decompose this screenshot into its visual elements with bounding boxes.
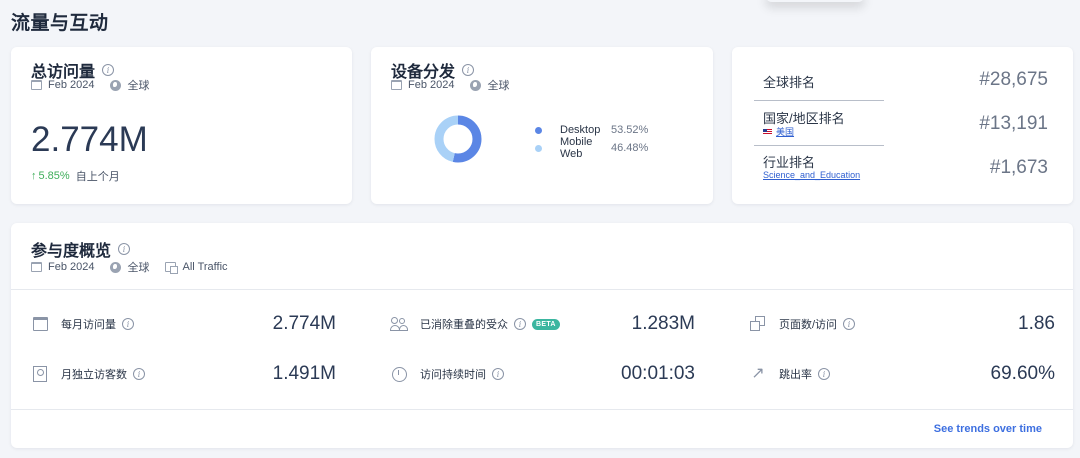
globe-icon	[110, 79, 122, 91]
metric-label-text: 月独立访客数	[61, 369, 127, 381]
country-link[interactable]: 美国	[763, 125, 794, 138]
metric-unique-visitors: 月独立访客数 i	[31, 362, 145, 386]
meta-date: Feb 2024	[408, 79, 455, 91]
legend-name: Mobile Web	[560, 136, 593, 160]
engagement-divider-bottom	[11, 409, 1073, 410]
total-visits-meta: Feb 2024 全球	[31, 77, 149, 93]
metric-label: 已消除重叠的受众 i BETA	[420, 316, 560, 332]
device-legend: Desktop 53.52% Mobile Web 46.48%	[535, 121, 649, 160]
metric-label: 月独立访客数 i	[61, 366, 145, 382]
legend-name: Desktop	[560, 124, 601, 136]
metric-label-text: 每月访问量	[61, 319, 116, 331]
country-rank-value: #13,191	[979, 113, 1048, 134]
up-arrow-icon: ↑	[31, 170, 37, 182]
rank-card: 全球排名 #28,675 国家/地区排名 美国 #13,191 行业排名 Sci…	[732, 47, 1073, 204]
meta-traffic: All Traffic	[182, 261, 228, 273]
engagement-divider-top	[11, 289, 1073, 290]
legend-dot-desktop	[535, 126, 542, 134]
engagement-meta: Feb 2024 全球 All Traffic	[31, 259, 228, 275]
info-icon[interactable]: i	[843, 318, 856, 330]
visits-change-value: 5.85%	[38, 170, 70, 182]
metric-unique-visitors-value: 1.491M	[272, 363, 336, 384]
metric-label: 跳出率 i	[779, 366, 830, 382]
beta-badge: BETA	[532, 318, 560, 330]
engagement-title: 参与度概览 i	[31, 237, 131, 261]
page-title: 流量与互动	[11, 13, 109, 34]
metric-pages-per-visit: 页面数/访问 i	[749, 312, 856, 336]
rank-divider	[754, 100, 884, 101]
country-rank-row: 国家/地区排名 美国 #13,191	[763, 107, 1048, 139]
metric-bounce-rate: ↗ 跳出率 i	[749, 362, 830, 386]
metric-visit-duration-value: 00:01:03	[621, 363, 695, 384]
metric-label-text: 跳出率	[779, 369, 812, 381]
legend-item-mobile[interactable]: Mobile Web 46.48%	[535, 136, 649, 160]
visits-change: ↑ 5.85% 自上个月	[31, 168, 120, 184]
meta-date: Feb 2024	[48, 79, 95, 91]
calendar-icon	[31, 315, 49, 333]
metric-monthly-visits-value: 2.774M	[272, 313, 336, 334]
info-icon[interactable]: i	[102, 64, 115, 76]
device-meta: Feb 2024 全球	[391, 77, 509, 93]
metric-label: 页面数/访问 i	[779, 316, 856, 332]
metric-visit-duration: 访问持续时间 i	[390, 362, 504, 386]
legend-percent: 46.48%	[611, 142, 649, 154]
global-rank-value: #28,675	[979, 69, 1048, 90]
metric-label-text: 已消除重叠的受众	[420, 319, 508, 331]
calendar-icon	[391, 80, 402, 90]
metric-label-text: 访问持续时间	[420, 369, 486, 381]
info-icon[interactable]: i	[133, 368, 145, 380]
meta-region: 全球	[127, 80, 150, 92]
total-visits-value: 2.774M	[31, 120, 148, 159]
engagement-overview-card: 参与度概览 i Feb 2024 全球 All Traffic 每月访问量 i …	[11, 223, 1073, 448]
global-rank-label: 全球排名	[763, 75, 816, 90]
bounce-arrow-icon: ↗	[751, 365, 765, 382]
user-card-icon	[31, 365, 49, 383]
rank-divider	[754, 145, 884, 146]
floating-panel-shadow	[765, 0, 865, 2]
meta-date: Feb 2024	[48, 261, 95, 273]
pages-icon	[749, 315, 767, 333]
engagement-title-text: 参与度概览	[31, 243, 112, 260]
info-icon[interactable]: i	[122, 318, 134, 330]
info-icon[interactable]: i	[118, 243, 131, 255]
metric-monthly-visits: 每月访问量 i	[31, 312, 134, 336]
industry-link[interactable]: Science_and_Education	[763, 170, 860, 180]
legend-dot-mobile	[535, 144, 542, 152]
globe-icon	[470, 79, 482, 91]
total-visits-card: 总访问量 i Feb 2024 全球 2.774M ↑ 5.85% 自上个月	[11, 47, 352, 204]
metric-bounce-rate-value: 69.60%	[990, 363, 1055, 384]
meta-region: 全球	[487, 80, 510, 92]
industry-rank-row: 行业排名 Science_and_Education #1,673	[763, 152, 1048, 184]
global-rank-row: 全球排名 #28,675	[763, 69, 1048, 93]
calendar-icon	[31, 262, 42, 272]
us-flag-icon	[763, 128, 772, 135]
traffic-source-icon	[165, 262, 179, 274]
info-icon[interactable]: i	[818, 368, 830, 380]
visits-change-label: 自上个月	[75, 171, 120, 183]
metric-label: 访问持续时间 i	[420, 366, 504, 382]
people-icon	[390, 315, 408, 333]
calendar-icon	[31, 80, 42, 90]
info-icon[interactable]: i	[492, 368, 504, 380]
see-trends-link[interactable]: See trends over time	[934, 423, 1042, 435]
industry-rank-value: #1,673	[989, 157, 1048, 178]
metric-dedup-audience-value: 1.283M	[631, 313, 695, 334]
info-icon[interactable]: i	[462, 64, 475, 76]
meta-region: 全球	[127, 262, 150, 274]
metric-label-text: 页面数/访问	[779, 319, 838, 331]
metric-pages-per-visit-value: 1.86	[1018, 313, 1055, 334]
info-icon[interactable]: i	[514, 318, 526, 330]
timer-icon	[390, 365, 408, 383]
globe-icon	[110, 261, 122, 273]
device-donut-chart[interactable]	[434, 115, 482, 163]
metric-dedup-audience: 已消除重叠的受众 i BETA	[390, 312, 560, 336]
country-link-text: 美国	[776, 127, 795, 137]
device-distribution-card: 设备分发 i Feb 2024 全球 Desktop 53.52% Mobile…	[371, 47, 713, 204]
metric-label: 每月访问量 i	[61, 316, 134, 332]
legend-percent: 53.52%	[611, 124, 649, 136]
industry-rank-label: 行业排名	[763, 155, 816, 170]
